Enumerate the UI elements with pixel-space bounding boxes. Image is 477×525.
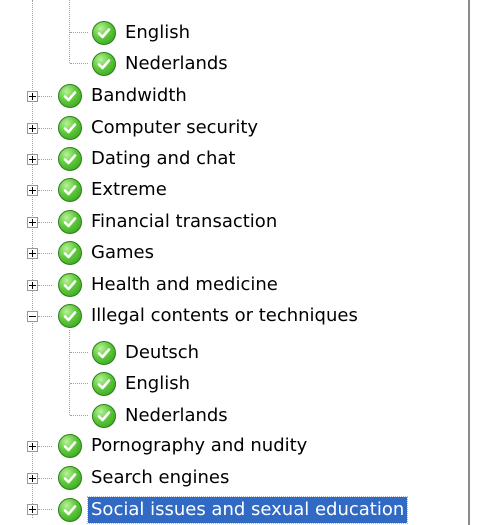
- tree-node-search-engines[interactable]: Search engines: [58, 462, 232, 494]
- tree-node-label: Nederlands: [125, 53, 228, 74]
- tree-node-social-issues[interactable]: Social issues and sexual education: [52, 494, 409, 525]
- expand-plus-icon[interactable]: [27, 185, 38, 196]
- expand-plus-icon[interactable]: [27, 154, 38, 165]
- green-check-icon: [58, 241, 82, 265]
- expand-plus-icon[interactable]: [27, 123, 38, 134]
- tree-node-label: Health and medicine: [91, 274, 278, 295]
- tree-connector: [38, 96, 52, 97]
- green-check-icon: [58, 434, 82, 458]
- green-check-icon: [58, 147, 82, 171]
- tree-connector: [38, 159, 52, 160]
- tree-connector: [70, 383, 88, 384]
- tree-node-illegal-contents[interactable]: Illegal contents or techniques: [58, 300, 361, 332]
- tree-node-bandwidth[interactable]: Bandwidth: [58, 80, 190, 112]
- green-check-icon: [58, 498, 82, 522]
- tree-node-label: English: [125, 373, 190, 394]
- tree-node-label: Financial transaction: [91, 211, 278, 232]
- green-check-icon: [58, 84, 82, 108]
- expand-plus-icon[interactable]: [27, 504, 38, 515]
- tree-node-label: English: [125, 22, 190, 43]
- tree-connector: [38, 509, 52, 510]
- tree-node-extreme[interactable]: Extreme: [58, 174, 170, 206]
- tree-node-label: Bandwidth: [91, 85, 187, 106]
- tree-connector: [70, 352, 88, 353]
- tree-connector: [38, 316, 52, 317]
- tree-node-nederlands[interactable]: Nederlands: [92, 400, 231, 432]
- green-check-icon: [58, 210, 82, 234]
- green-check-icon: [58, 178, 82, 202]
- tree-branch-line-illegal: [69, 330, 70, 415]
- tree-node-label: Dating and chat: [91, 148, 236, 169]
- tree-node-label: Computer security: [91, 117, 259, 138]
- tree-node-label: Pornography and nudity: [91, 435, 308, 456]
- tree-node-label: Games: [91, 242, 154, 263]
- tree-connector: [38, 285, 52, 286]
- green-check-icon: [92, 21, 116, 45]
- tree-connector: [38, 128, 52, 129]
- tree-node-label: Search engines: [91, 467, 230, 488]
- tree-node-english[interactable]: English: [92, 368, 193, 400]
- tree-node-nederlands-top[interactable]: Nederlands: [92, 48, 231, 80]
- tree-node-label: Illegal contents or techniques: [91, 305, 358, 326]
- tree-node-health-and-medicine[interactable]: Health and medicine: [58, 269, 281, 301]
- tree-node-pornography-and-nudity[interactable]: Pornography and nudity: [58, 430, 310, 462]
- tree-node-deutsch[interactable]: Deutsch: [92, 337, 202, 369]
- tree-node-financial-transaction[interactable]: Financial transaction: [58, 206, 280, 238]
- expand-plus-icon[interactable]: [27, 473, 38, 484]
- green-check-icon: [58, 273, 82, 297]
- tree-node-dating-and-chat[interactable]: Dating and chat: [58, 143, 238, 175]
- tree-node-english-top[interactable]: English: [92, 17, 193, 49]
- tree-node-label: Social issues and sexual education: [86, 496, 409, 524]
- tree-node-games[interactable]: Games: [58, 237, 157, 269]
- green-check-icon: [58, 304, 82, 328]
- tree-connector: [38, 478, 52, 479]
- tree-node-label: Extreme: [91, 179, 167, 200]
- expand-plus-icon[interactable]: [27, 441, 38, 452]
- expand-plus-icon[interactable]: [27, 91, 38, 102]
- green-check-icon: [58, 116, 82, 140]
- green-check-icon: [92, 372, 116, 396]
- expand-plus-icon[interactable]: [27, 217, 38, 228]
- green-check-icon: [92, 52, 116, 76]
- category-tree[interactable]: English Nederlands Bandwidth Computer se…: [0, 0, 470, 525]
- tree-node-label: Nederlands: [125, 405, 228, 426]
- green-check-icon: [92, 341, 116, 365]
- green-check-icon: [58, 466, 82, 490]
- green-check-icon: [92, 404, 116, 428]
- tree-connector: [70, 32, 88, 33]
- collapse-minus-icon[interactable]: [27, 311, 38, 322]
- tree-node-label: Deutsch: [125, 342, 200, 363]
- tree-connector: [38, 253, 52, 254]
- tree-connector: [38, 446, 52, 447]
- expand-plus-icon[interactable]: [27, 248, 38, 259]
- expand-plus-icon[interactable]: [27, 280, 38, 291]
- tree-connector: [70, 415, 88, 416]
- tree-connector: [38, 222, 52, 223]
- tree-node-computer-security[interactable]: Computer security: [58, 112, 261, 144]
- tree-connector: [70, 63, 88, 64]
- tree-connector: [38, 190, 52, 191]
